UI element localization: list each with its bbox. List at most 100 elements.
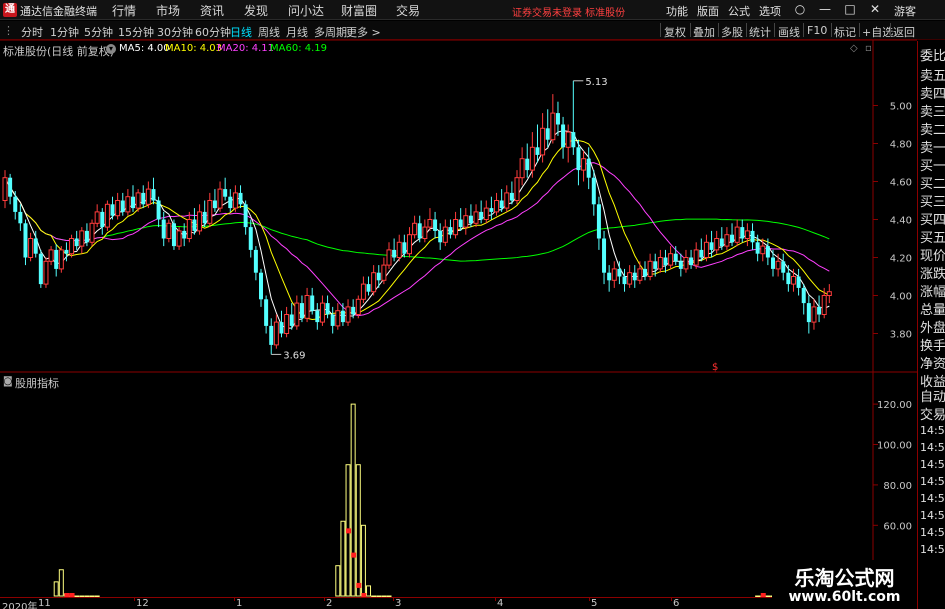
candle-body — [33, 238, 38, 254]
sidebar-item-bid1[interactable]: 买一 — [920, 155, 945, 174]
candle-body — [319, 302, 325, 323]
sidebar-item-bid4[interactable]: 买四 — [920, 209, 945, 228]
candle-body — [330, 314, 335, 326]
price-tick-label: 4.00 — [890, 292, 912, 303]
candle-body — [714, 238, 720, 251]
candle-body — [786, 272, 791, 285]
candle-body — [657, 257, 663, 270]
candle-body — [248, 227, 253, 250]
sidebar-item-net-assets[interactable]: 净资 — [920, 353, 945, 372]
date-label-apr: 4 — [497, 598, 504, 609]
sidebar-item-outer[interactable]: 外盘 — [920, 317, 945, 336]
price-tick-label: 5.00 — [890, 102, 912, 113]
sidebar-item-change-pct[interactable]: 涨幅 — [920, 281, 945, 300]
sidebar-item-price[interactable]: 现价 — [920, 245, 945, 264]
indicator-toggle-icon[interactable]: ◙ — [3, 376, 13, 387]
candle-body — [479, 211, 484, 220]
candle-body — [166, 222, 172, 240]
candle-body — [310, 295, 315, 311]
indicator-title: 股朋指标 — [15, 377, 59, 390]
candle-body — [402, 242, 407, 254]
candle-body — [529, 146, 535, 171]
sidebar-item-bid2[interactable]: 买二 — [920, 173, 945, 192]
sidebar-item-commission-ratio[interactable]: 委比 — [920, 45, 945, 64]
date-label-feb: 2 — [326, 598, 333, 609]
ma10-line — [4, 139, 830, 320]
candle-body — [392, 249, 397, 258]
candle-body — [273, 321, 279, 346]
tick-time: 14:56 — [920, 509, 945, 522]
sidebar-item-ask4[interactable]: 卖四 — [920, 83, 945, 102]
candle-body — [740, 227, 745, 239]
candle-body — [412, 222, 418, 236]
candle-body — [161, 219, 166, 239]
watermark: 乐淘公式网 www.60lt.com — [772, 560, 917, 607]
candle-body — [683, 257, 689, 270]
sidebar-item-auto[interactable]: 自动 — [920, 386, 945, 405]
candle-body — [678, 261, 683, 269]
price-axis: 3.80 4.00 4.20 4.40 4.60 4.80 5.00 — [873, 102, 912, 341]
candle-body — [744, 230, 750, 239]
candle-body — [653, 261, 658, 269]
candle-body — [663, 257, 668, 266]
sidebar-item-trade[interactable]: 交易 — [920, 404, 945, 423]
indicator-bar — [355, 464, 361, 597]
candle-body — [299, 303, 304, 319]
candle-body — [186, 219, 192, 239]
candle-body — [259, 272, 263, 300]
indicator-tick-label: 100.00 — [877, 441, 912, 452]
indicator-bars — [53, 403, 827, 598]
sidebar-item-volume[interactable]: 总量 — [920, 299, 945, 318]
candle-body — [719, 238, 724, 247]
candle-body — [8, 177, 13, 197]
price-tick-label: 4.20 — [890, 254, 912, 265]
date-label-nov: 11 — [38, 598, 51, 609]
sidebar-item-ask1[interactable]: 卖一 — [920, 137, 945, 156]
candle-body — [13, 196, 18, 212]
candle-body — [171, 223, 176, 247]
sidebar-item-ask3[interactable]: 卖三 — [920, 101, 945, 120]
candle-body — [801, 287, 806, 304]
candle-body — [427, 219, 433, 228]
sidebar-item-bid5[interactable]: 买五 — [920, 227, 945, 246]
indicator-bar — [53, 581, 59, 597]
candle-body — [483, 207, 489, 221]
indicator-tick-label: 120.00 — [877, 400, 912, 411]
candle-body — [790, 276, 796, 285]
sidebar-item-ask5[interactable]: 卖五 — [920, 65, 945, 84]
tick-time: 14:56 — [920, 543, 945, 556]
candle-body — [647, 260, 653, 277]
signal-dot — [346, 528, 352, 534]
candle-body — [576, 147, 581, 171]
candle-body — [264, 299, 269, 326]
candle-body — [550, 112, 556, 141]
candle-body — [591, 177, 596, 205]
candle-body — [223, 189, 228, 197]
candle-body — [514, 177, 520, 201]
candle-body — [38, 253, 43, 285]
sidebar-item-ask2[interactable]: 卖二 — [920, 119, 945, 138]
candle-body — [279, 322, 284, 334]
price-tick-label: 4.60 — [890, 178, 912, 189]
sidebar-item-bid3[interactable]: 买三 — [920, 191, 945, 210]
candle-body — [197, 211, 203, 232]
candle-body — [120, 200, 125, 212]
indicator-axis: 40.0060.0080.00100.00120.00 — [873, 400, 912, 573]
candle-body — [182, 230, 187, 239]
candle-body — [540, 127, 546, 156]
sidebar-item-change[interactable]: 涨跌 — [920, 263, 945, 282]
candle-body — [525, 158, 530, 171]
candle-body — [18, 211, 23, 224]
candle-body — [571, 132, 576, 148]
candle-body — [131, 196, 135, 209]
price-chart: 3.804.004.204.404.604.805.00 40.0060.008… — [0, 39, 917, 598]
candle-body — [207, 200, 213, 224]
candle-body — [765, 246, 770, 258]
candle-body — [709, 242, 714, 250]
price-tick-label: 4.40 — [890, 216, 912, 227]
candle-body — [468, 215, 473, 224]
watermark-title: 乐淘公式网 — [794, 566, 895, 590]
candle-body — [535, 147, 540, 155]
sidebar-item-turnover[interactable]: 换手 — [920, 335, 945, 354]
candle-body — [212, 200, 217, 209]
